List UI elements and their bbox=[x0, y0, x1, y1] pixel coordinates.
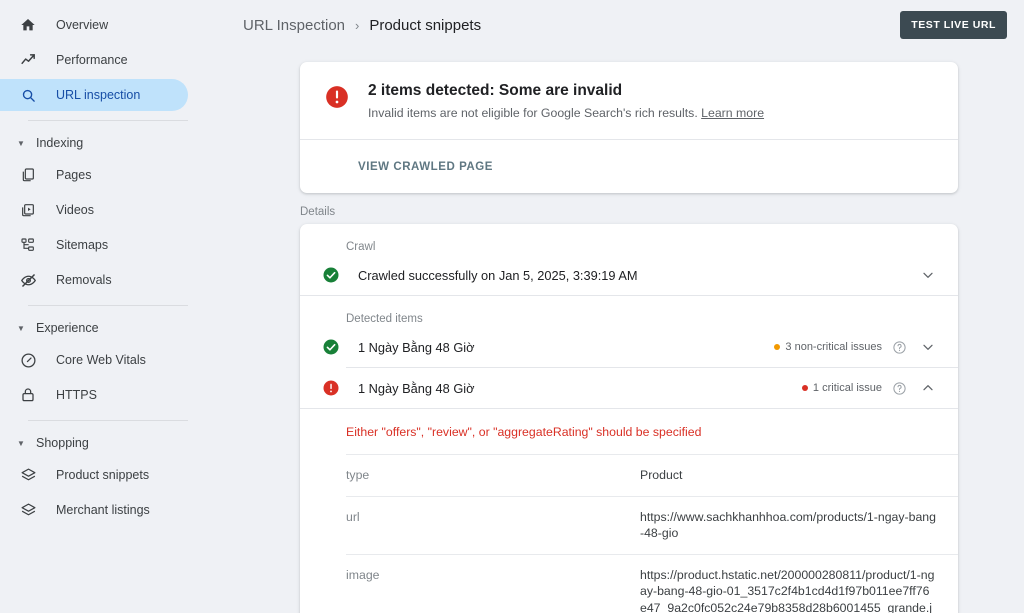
sidebar-item-label: Merchant listings bbox=[56, 503, 150, 517]
alert-subtitle: Invalid items are not eligible for Googl… bbox=[368, 106, 764, 120]
alert-actions: VIEW CRAWLED PAGE bbox=[300, 140, 958, 193]
sidebar: Overview Performance URL inspection ▼ In… bbox=[0, 0, 230, 613]
detail-field-value: https://www.sachkhanhhoa.com/products/1-… bbox=[640, 509, 936, 541]
alert-body: 2 items detected: Some are invalid Inval… bbox=[300, 62, 958, 139]
chevron-down-icon[interactable] bbox=[920, 339, 936, 355]
sidebar-group-shopping[interactable]: ▼ Shopping bbox=[0, 430, 230, 456]
sidebar-group-label: Experience bbox=[36, 321, 99, 335]
layers-icon bbox=[18, 500, 38, 520]
detail-field-row: image https://product.hstatic.net/200000… bbox=[300, 555, 958, 613]
search-icon bbox=[18, 85, 38, 105]
error-icon bbox=[322, 379, 344, 397]
sidebar-group-indexing[interactable]: ▼ Indexing bbox=[0, 130, 230, 156]
crawl-status-text: Crawled successfully on Jan 5, 2025, 3:3… bbox=[358, 267, 638, 283]
validation-error-message: Either "offers", "review", or "aggregate… bbox=[346, 425, 702, 439]
chevron-up-icon[interactable] bbox=[920, 380, 936, 396]
status-dot bbox=[801, 385, 808, 391]
lock-icon bbox=[18, 385, 38, 405]
status-badge: 1 critical issue bbox=[801, 382, 882, 394]
crawl-heading: Crawl bbox=[346, 241, 376, 253]
chevron-down-icon: ▼ bbox=[17, 438, 25, 448]
sidebar-item-label: Core Web Vitals bbox=[56, 353, 146, 367]
sidebar-item-core-web-vitals[interactable]: Core Web Vitals bbox=[0, 344, 188, 376]
sidebar-item-product-snippets[interactable]: Product snippets bbox=[0, 459, 188, 491]
sidebar-item-sitemaps[interactable]: Sitemaps bbox=[0, 229, 188, 261]
sidebar-group-experience[interactable]: ▼ Experience bbox=[0, 315, 230, 341]
detail-field-row: type Product bbox=[300, 455, 958, 496]
view-crawled-page-button[interactable]: VIEW CRAWLED PAGE bbox=[358, 161, 493, 173]
breadcrumb-separator-icon: › bbox=[355, 17, 360, 33]
detail-field-value: Product bbox=[640, 468, 683, 482]
alert-subtitle-text: Invalid items are not eligible for Googl… bbox=[368, 106, 698, 120]
alert-text-block: 2 items detected: Some are invalid Inval… bbox=[368, 82, 764, 120]
sidebar-divider bbox=[28, 420, 188, 421]
main-content: URL Inspection › Product snippets TEST L… bbox=[230, 0, 1024, 613]
detail-field-key: type bbox=[346, 468, 370, 482]
help-icon[interactable] bbox=[892, 381, 907, 396]
sitemap-icon bbox=[18, 235, 38, 255]
sidebar-item-overview[interactable]: Overview bbox=[0, 9, 188, 41]
sidebar-item-label: HTTPS bbox=[56, 388, 97, 402]
chevron-down-icon: ▼ bbox=[17, 138, 25, 148]
layers-icon bbox=[18, 465, 38, 485]
home-icon bbox=[18, 15, 38, 35]
detected-item-name: 1 Ngày Bằng 48 Giờ bbox=[358, 380, 475, 396]
check-circle-icon bbox=[322, 338, 344, 356]
sidebar-item-removals[interactable]: Removals bbox=[0, 264, 188, 296]
sidebar-group-label: Indexing bbox=[36, 136, 84, 150]
detected-items-heading: Detected items bbox=[346, 313, 423, 325]
sidebar-group-label: Shopping bbox=[36, 436, 89, 450]
alert-card: 2 items detected: Some are invalid Inval… bbox=[300, 62, 958, 193]
sidebar-item-label: Videos bbox=[56, 203, 94, 217]
sidebar-item-label: Product snippets bbox=[56, 468, 150, 482]
test-live-url-button[interactable]: TEST LIVE URL bbox=[900, 11, 1007, 39]
learn-more-link[interactable]: Learn more bbox=[701, 106, 764, 120]
details-card: Crawl Crawled successfully on Jan 5, 202… bbox=[300, 224, 958, 613]
detail-field-value: https://product.hstatic.net/200000280811… bbox=[640, 567, 935, 613]
topbar: URL Inspection › Product snippets TEST L… bbox=[230, 0, 1024, 50]
sidebar-divider bbox=[28, 305, 188, 306]
content-area: 2 items detected: Some are invalid Inval… bbox=[230, 50, 1024, 613]
speedometer-icon bbox=[18, 350, 38, 370]
status-dot bbox=[774, 344, 781, 350]
detected-item-row[interactable]: 1 Ngày Bằng 48 Giờ 3 non-critical issues bbox=[300, 327, 958, 367]
detected-item-row[interactable]: 1 Ngày Bằng 48 Giờ 1 critical issue bbox=[300, 368, 958, 408]
details-section-label: Details bbox=[300, 206, 336, 218]
sidebar-item-url-inspection[interactable]: URL inspection bbox=[0, 79, 188, 111]
chevron-down-icon: ▼ bbox=[17, 323, 25, 333]
sidebar-item-performance[interactable]: Performance bbox=[0, 44, 188, 76]
status-badge-label: 1 critical issue bbox=[812, 382, 882, 394]
detail-field-key: url bbox=[346, 509, 360, 524]
pages-icon bbox=[18, 165, 38, 185]
sidebar-item-label: Removals bbox=[56, 273, 112, 287]
page-title: Product snippets bbox=[369, 16, 482, 34]
detail-field-row: url https://www.sachkhanhhoa.com/product… bbox=[300, 497, 958, 554]
sidebar-item-pages[interactable]: Pages bbox=[0, 159, 188, 191]
breadcrumb-parent[interactable]: URL Inspection bbox=[243, 17, 345, 34]
help-icon[interactable] bbox=[892, 340, 907, 355]
app-root: Overview Performance URL inspection ▼ In… bbox=[0, 0, 1024, 613]
eye-off-icon bbox=[18, 270, 38, 290]
status-badge-label: 3 non-critical issues bbox=[785, 341, 882, 353]
detected-item-name: 1 Ngày Bằng 48 Giờ bbox=[358, 339, 475, 355]
sidebar-item-videos[interactable]: Videos bbox=[0, 194, 188, 226]
status-badge: 3 non-critical issues bbox=[774, 341, 882, 353]
sidebar-item-merchant-listings[interactable]: Merchant listings bbox=[0, 494, 188, 526]
alert-title: 2 items detected: Some are invalid bbox=[368, 82, 623, 99]
sidebar-item-label: URL inspection bbox=[56, 88, 141, 102]
sidebar-item-label: Performance bbox=[56, 53, 128, 67]
sidebar-item-label: Sitemaps bbox=[56, 238, 109, 252]
chevron-down-icon[interactable] bbox=[920, 267, 936, 283]
check-circle-icon bbox=[322, 266, 344, 284]
crawl-row[interactable]: Crawled successfully on Jan 5, 2025, 3:3… bbox=[300, 255, 958, 295]
detail-field-key: image bbox=[346, 567, 380, 582]
sidebar-item-label: Pages bbox=[56, 168, 92, 182]
video-icon bbox=[18, 200, 38, 220]
error-icon bbox=[324, 82, 350, 120]
sidebar-item-label: Overview bbox=[56, 18, 109, 32]
sidebar-item-https[interactable]: HTTPS bbox=[0, 379, 188, 411]
trending-up-icon bbox=[18, 50, 38, 70]
sidebar-divider bbox=[28, 120, 188, 121]
